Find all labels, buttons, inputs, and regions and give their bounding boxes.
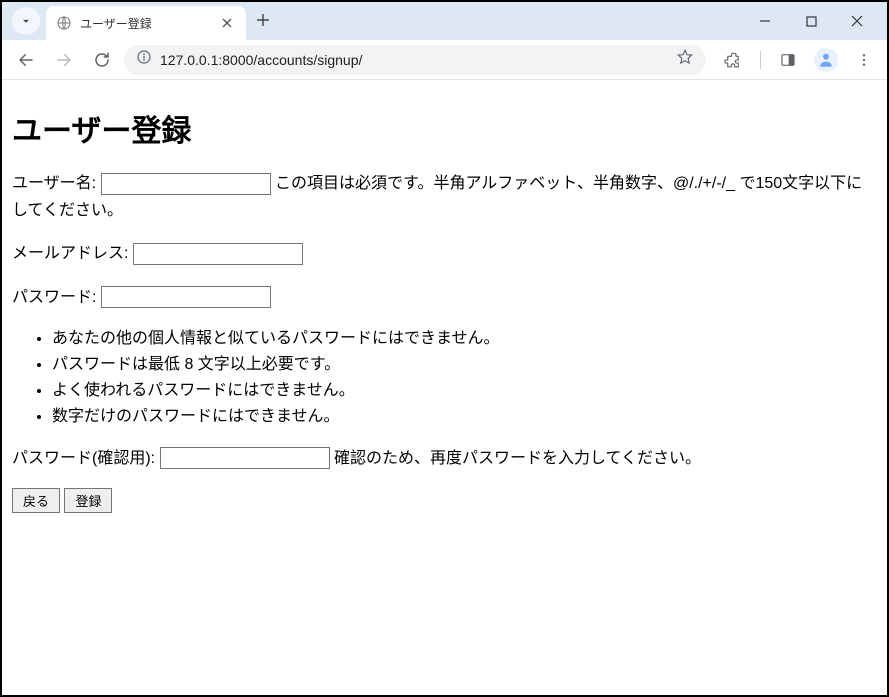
star-icon bbox=[676, 48, 694, 66]
globe-icon bbox=[56, 15, 72, 31]
site-info-icon[interactable] bbox=[136, 49, 152, 70]
email-row: メールアドレス: bbox=[12, 240, 877, 267]
profile-button[interactable] bbox=[811, 45, 841, 75]
page-content: ユーザー登録 ユーザー名: この項目は必須です。半角アルファベット、半角数字、@… bbox=[2, 80, 887, 521]
password-confirm-row: パスワード(確認用): 確認のため、再度パスワードを入力してください。 bbox=[12, 445, 877, 472]
toolbar-right bbox=[712, 45, 879, 75]
url-text: 127.0.0.1:8000/accounts/signup/ bbox=[160, 52, 668, 68]
password-hint: パスワードは最低 8 文字以上必要です。 bbox=[52, 353, 877, 377]
minimize-button[interactable] bbox=[751, 7, 779, 35]
arrow-left-icon bbox=[17, 51, 35, 69]
maximize-icon bbox=[806, 16, 817, 27]
password-row: パスワード: bbox=[12, 284, 877, 311]
close-icon bbox=[222, 18, 232, 28]
new-tab-button[interactable] bbox=[246, 11, 280, 32]
back-button[interactable] bbox=[10, 44, 42, 76]
password-hint: よく使われるパスワードにはできません。 bbox=[52, 379, 877, 403]
window-titlebar: ユーザー登録 bbox=[2, 2, 887, 40]
minimize-icon bbox=[759, 15, 771, 27]
email-label: メールアドレス: bbox=[12, 245, 128, 262]
back-button-form[interactable]: 戻る bbox=[12, 488, 60, 513]
password-input[interactable] bbox=[101, 286, 271, 308]
tab-close-button[interactable] bbox=[218, 15, 236, 31]
address-bar: 127.0.0.1:8000/accounts/signup/ bbox=[2, 40, 887, 80]
submit-button[interactable]: 登録 bbox=[64, 488, 112, 513]
browser-tab[interactable]: ユーザー登録 bbox=[46, 6, 246, 40]
username-label: ユーザー名: bbox=[12, 175, 96, 192]
close-icon bbox=[851, 15, 863, 27]
bookmark-button[interactable] bbox=[676, 48, 694, 71]
extensions-button[interactable] bbox=[718, 45, 748, 75]
password-hint: あなたの他の個人情報と似ているパスワードにはできません。 bbox=[52, 327, 877, 351]
close-window-button[interactable] bbox=[843, 7, 871, 35]
email-input[interactable] bbox=[133, 243, 303, 265]
panel-icon bbox=[780, 52, 796, 68]
puzzle-icon bbox=[724, 51, 742, 69]
password-hints: あなたの他の個人情報と似ているパスワードにはできません。 パスワードは最低 8 … bbox=[12, 327, 877, 429]
forward-button[interactable] bbox=[48, 44, 80, 76]
reload-button[interactable] bbox=[86, 44, 118, 76]
chevron-down-icon bbox=[19, 14, 33, 28]
tab-search-button[interactable] bbox=[12, 7, 40, 35]
username-row: ユーザー名: この項目は必須です。半角アルファベット、半角数字、@/./+/-/… bbox=[12, 170, 877, 224]
avatar-icon bbox=[814, 48, 838, 72]
password-hint: 数字だけのパスワードにはできません。 bbox=[52, 405, 877, 429]
url-bar[interactable]: 127.0.0.1:8000/accounts/signup/ bbox=[124, 45, 706, 75]
titlebar-left: ユーザー登録 bbox=[6, 2, 280, 40]
side-panel-button[interactable] bbox=[773, 45, 803, 75]
maximize-button[interactable] bbox=[797, 7, 825, 35]
button-row: 戻る 登録 bbox=[12, 488, 877, 513]
toolbar-separator bbox=[760, 51, 761, 69]
plus-icon bbox=[256, 13, 270, 27]
menu-button[interactable] bbox=[849, 45, 879, 75]
username-input[interactable] bbox=[101, 173, 271, 195]
password-confirm-help: 確認のため、再度パスワードを入力してください。 bbox=[334, 450, 701, 467]
password-confirm-label: パスワード(確認用): bbox=[12, 450, 155, 467]
page-heading: ユーザー登録 bbox=[12, 106, 877, 150]
tab-title: ユーザー登録 bbox=[80, 15, 210, 32]
password-label: パスワード: bbox=[12, 289, 96, 306]
reload-icon bbox=[93, 51, 111, 69]
kebab-icon bbox=[856, 52, 872, 68]
password-confirm-input[interactable] bbox=[160, 447, 330, 469]
window-controls bbox=[751, 7, 883, 35]
arrow-right-icon bbox=[55, 51, 73, 69]
